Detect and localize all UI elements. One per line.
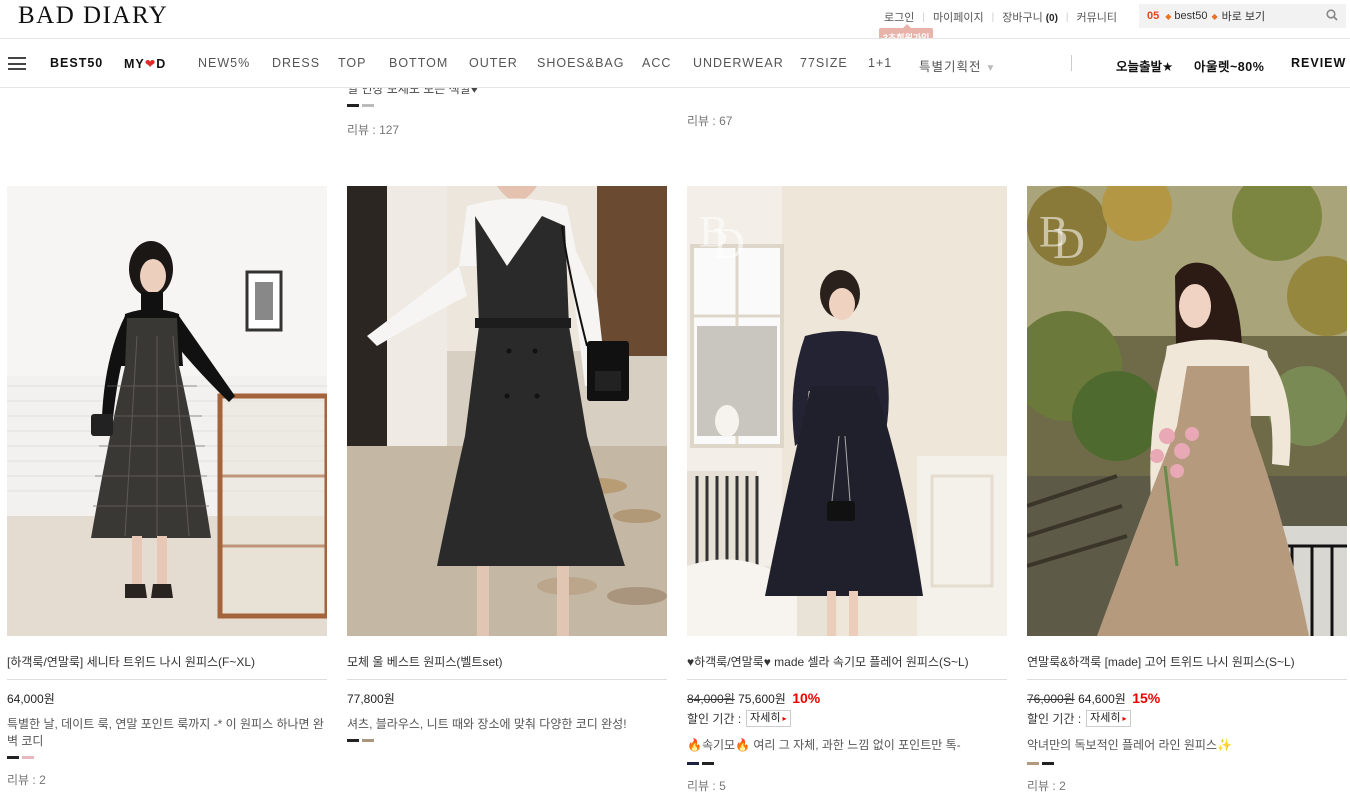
nav-77size[interactable]: 77SIZE	[800, 56, 848, 70]
nav-1plus1[interactable]: 1+1	[868, 56, 892, 70]
product-image[interactable]: B D	[687, 186, 1007, 636]
product-name[interactable]: 모체 울 베스트 원피스(벨트set)	[347, 653, 667, 680]
nav-top[interactable]: TOP	[338, 56, 366, 70]
nav-acc[interactable]: ACC	[642, 56, 671, 70]
detail-label: 자세히	[1090, 712, 1121, 724]
nav-today[interactable]: 오늘출발★	[1116, 56, 1173, 75]
nav-outer[interactable]: OUTER	[469, 56, 518, 70]
nav-best50[interactable]: BEST50	[50, 56, 103, 70]
discount-period: 할인 기간 : 자세히 ▸	[1027, 710, 1347, 727]
nav-outlet[interactable]: 아울렛~80%	[1194, 56, 1264, 75]
product-image[interactable]	[347, 186, 667, 636]
discount-rate: 10%	[792, 690, 821, 706]
product-desc: 악녀만의 독보적인 플레어 라인 원피스✨	[1027, 738, 1232, 752]
product-card[interactable]: B D ♥하객룩/연말룩♥ made 셀라 속기모 플레어 원피스(S~L) 8…	[687, 186, 1007, 794]
color-swatches	[7, 756, 327, 759]
menu-icon[interactable]	[8, 57, 26, 70]
swatch	[702, 762, 714, 765]
nav-shoes-bag[interactable]: SHOES&BAG	[537, 56, 625, 70]
color-swatches	[347, 104, 374, 107]
top-links: 로그인 | 마이페이지 | 장바구니 (0) | 커뮤니티	[884, 9, 1117, 25]
main-nav: BEST50 MY❤D NEW5% DRESS TOP BOTTOM OUTER…	[0, 38, 1350, 88]
cart-link[interactable]: 장바구니 (0)	[1002, 9, 1058, 25]
sale-price: 64,600원	[1078, 692, 1126, 706]
top-header: BAD DIARY 로그인 | 마이페이지 | 장바구니(0) | 커뮤니티 3…	[0, 0, 1350, 47]
product-card[interactable]: [하객룩/연말룩] 세니타 트위드 나시 원피스(F~XL) 64,000원 특…	[7, 186, 327, 788]
swatch	[687, 762, 699, 765]
nav-myd[interactable]: MY❤D	[124, 56, 166, 71]
mypage-link[interactable]: 마이페이지	[933, 9, 984, 25]
detail-button[interactable]: 자세히 ▸	[1086, 710, 1131, 727]
product-desc: 셔츠, 블라우스, 니트 때와 장소에 맞춰 다양한 코디 완성!	[347, 717, 627, 731]
swatch	[1027, 762, 1039, 765]
review-count: 리뷰 : 2	[1027, 779, 1066, 793]
search-box[interactable]: 05 ◆ best50 ◆ 바로 보기	[1139, 4, 1346, 28]
svg-text:D: D	[1053, 219, 1085, 268]
bullet-icon: ◆	[1165, 11, 1172, 21]
detail-button[interactable]: 자세히 ▸	[746, 710, 791, 727]
nav-review[interactable]: REVIEW	[1291, 56, 1346, 70]
community-link[interactable]: 커뮤니티	[1077, 9, 1117, 25]
sale-price: 75,600원	[738, 692, 786, 706]
svg-text:D: D	[713, 219, 745, 268]
cart-count: (0)	[1045, 13, 1058, 24]
product-price: 77,800원	[347, 692, 395, 706]
bullet-icon: ◆	[1211, 11, 1218, 21]
review-count: 리뷰 : 5	[687, 779, 726, 793]
product-name[interactable]: 연말룩&하객룩 [made] 고어 트위드 나시 원피스(S~L)	[1027, 653, 1347, 680]
product-desc: 🔥속기모🔥 여리 그 자체, 과한 느낌 없이 포인트만 톡-	[687, 738, 961, 752]
review-count: 리뷰 : 127	[347, 123, 400, 137]
nav-underwear[interactable]: UNDERWEAR	[693, 56, 784, 70]
color-swatches	[687, 762, 1007, 765]
login-link[interactable]: 로그인	[884, 9, 914, 25]
chevron-right-icon: ▸	[782, 714, 787, 723]
product-image[interactable]: B D	[1027, 186, 1347, 636]
discount-period-label: 할인 기간 :	[687, 712, 742, 726]
original-price: 76,000원	[1027, 692, 1075, 706]
product-price-row: 84,000원 75,600원 10%	[687, 690, 1007, 707]
product-price-row: 76,000원 64,600원 15%	[1027, 690, 1347, 707]
search-icon[interactable]	[1326, 9, 1338, 21]
product-price: 64,000원	[7, 692, 55, 706]
nav-special[interactable]: 특별기획전 ▼	[919, 56, 996, 75]
nav-d-label: D	[156, 57, 167, 71]
discount-period: 할인 기간 : 자세히 ▸	[687, 710, 1007, 727]
color-swatches	[1027, 762, 1347, 765]
swatch	[347, 739, 359, 742]
nav-bottom[interactable]: BOTTOM	[389, 56, 448, 70]
divider: |	[1065, 11, 1069, 23]
nav-dress[interactable]: DRESS	[272, 56, 320, 70]
product-name[interactable]: ♥하객룩/연말룩♥ made 셀라 속기모 플레어 원피스(S~L)	[687, 653, 1007, 680]
search-go[interactable]: 바로 보기	[1222, 8, 1266, 24]
search-keyword: best50	[1174, 10, 1208, 22]
chevron-right-icon: ▸	[1122, 714, 1127, 723]
heart-icon: ❤	[144, 57, 157, 71]
nav-new[interactable]: NEW5%	[198, 56, 250, 70]
color-swatches	[347, 739, 667, 742]
review-count: 리뷰 : 67	[687, 114, 733, 128]
product-card[interactable]: 모체 울 베스트 원피스(벨트set) 77,800원 셔츠, 블라우스, 니트…	[347, 186, 667, 742]
swatch	[7, 756, 19, 759]
nav-divider	[1071, 55, 1072, 71]
site-logo[interactable]: BAD DIARY	[18, 2, 168, 30]
divider: |	[922, 11, 925, 23]
divider: |	[991, 11, 995, 23]
cart-label: 장바구니	[1002, 12, 1043, 24]
search-rank: 05	[1147, 10, 1160, 22]
swatch	[22, 756, 34, 759]
review-count: 리뷰 : 2	[7, 773, 46, 787]
swatch	[1042, 762, 1054, 765]
product-image[interactable]	[7, 186, 327, 636]
nav-special-label: 특별기획전	[919, 60, 982, 74]
discount-period-label: 할인 기간 :	[1027, 712, 1082, 726]
discount-rate: 15%	[1132, 690, 1161, 706]
swatch	[362, 739, 374, 742]
detail-label: 자세히	[750, 712, 781, 724]
product-card[interactable]: B D 연말룩&하객룩 [made] 고어 트위드 나시 원피스(S~L) 76…	[1027, 186, 1347, 794]
original-price: 84,000원	[687, 692, 735, 706]
nav-my-label: MY	[124, 57, 145, 71]
chevron-down-icon: ▼	[985, 63, 997, 74]
product-desc: 특별한 날, 데이트 룩, 연말 포인트 룩까지 -* 이 원피스 하나면 완벽…	[7, 717, 324, 748]
product-name[interactable]: [하객룩/연말룩] 세니타 트위드 나시 원피스(F~XL)	[7, 653, 327, 680]
